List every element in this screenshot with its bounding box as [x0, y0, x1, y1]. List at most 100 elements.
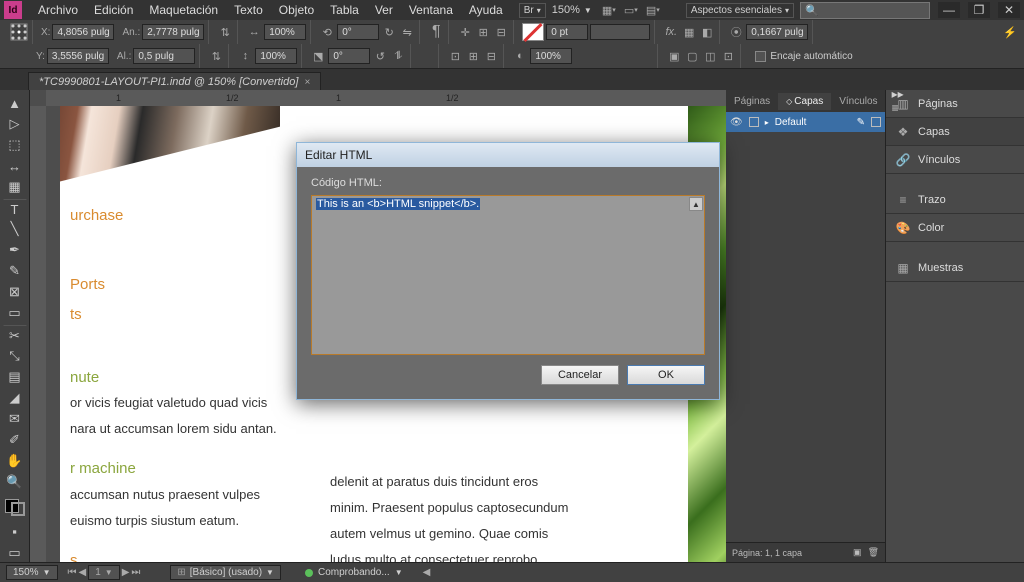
y-field[interactable]: [47, 48, 109, 64]
rotate-ccw-icon[interactable]: ↺: [372, 48, 388, 64]
fill-stroke-swatch[interactable]: [5, 499, 25, 516]
align-center-icon[interactable]: ✛: [457, 24, 473, 40]
auto-fit-checkbox[interactable]: Encaje automático: [755, 51, 852, 62]
flip-h-icon[interactable]: ⇋: [399, 24, 415, 40]
visibility-icon[interactable]: 👁: [730, 117, 743, 128]
scissors-tool[interactable]: ✂: [3, 325, 27, 345]
x-field[interactable]: [52, 24, 114, 40]
arrange-icon[interactable]: ▤▾: [642, 2, 664, 18]
far-vinculos[interactable]: 🔗Vínculos: [886, 146, 1024, 174]
pct-field[interactable]: [746, 24, 808, 40]
paragraph-icon[interactable]: ¶: [428, 24, 444, 40]
menu-ayuda[interactable]: Ayuda: [461, 1, 511, 19]
far-capas[interactable]: ❖Capas: [886, 118, 1024, 146]
direct-selection-tool[interactable]: ▷: [3, 115, 27, 134]
search-input[interactable]: 🔍: [800, 2, 930, 19]
view-mode-icon[interactable]: ▭: [3, 543, 27, 562]
content-collector-tool[interactable]: ▦: [3, 178, 27, 197]
type-tool[interactable]: T: [3, 199, 27, 218]
shear-field[interactable]: [328, 48, 370, 64]
panel-menu-icon[interactable]: ▸▸ ≡: [886, 87, 910, 115]
constrain-icon[interactable]: ⇅: [217, 24, 233, 40]
scale-y-field[interactable]: [255, 48, 297, 64]
preflight-status[interactable]: Comprobando... ▼: [305, 567, 403, 578]
far-trazo[interactable]: ≡Trazo: [886, 186, 1024, 214]
menu-archivo[interactable]: Archivo: [30, 1, 86, 19]
align3-icon[interactable]: ⊞: [465, 48, 481, 64]
scale-x-field[interactable]: [264, 24, 306, 40]
scroll-left-icon[interactable]: ◀: [423, 567, 431, 578]
constrain2-icon[interactable]: ⇅: [208, 48, 224, 64]
h-field[interactable]: [133, 48, 195, 64]
new-layer-icon[interactable]: ▣: [853, 547, 862, 558]
stroke-swatch[interactable]: [522, 23, 544, 41]
ok-button[interactable]: OK: [627, 365, 705, 385]
wrap-icon[interactable]: ▦: [681, 24, 697, 40]
html-code-textarea[interactable]: This is an <b>HTML snippet</b>. ▲: [311, 195, 705, 355]
document-tab-close-icon[interactable]: ×: [304, 77, 310, 88]
rotate-cw-icon[interactable]: ↻: [381, 24, 397, 40]
zoom-status[interactable]: 150% ▼: [6, 565, 58, 580]
line-tool[interactable]: ╲: [3, 220, 27, 239]
menu-objeto[interactable]: Objeto: [271, 1, 322, 19]
view-options-icon[interactable]: ▦▾: [598, 2, 620, 18]
align-group-icon[interactable]: ⊟: [493, 24, 509, 40]
opacity-field[interactable]: [530, 48, 572, 64]
object-style-status[interactable]: ⊞ [Básico] (usado) ▼: [170, 565, 281, 580]
center-content-icon[interactable]: ⊡: [720, 48, 736, 64]
distribute-icon[interactable]: ⊞: [475, 24, 491, 40]
fit-frame-icon[interactable]: ▢: [684, 48, 700, 64]
zoom-tool[interactable]: 🔍: [3, 472, 27, 491]
stroke-weight-field[interactable]: [546, 24, 588, 40]
window-close[interactable]: ✕: [998, 2, 1020, 18]
select-box[interactable]: [871, 117, 881, 127]
page-field[interactable]: 1 ▼: [88, 565, 119, 580]
gradient-feather-tool[interactable]: ◢: [3, 389, 27, 408]
last-page-icon[interactable]: ⏭: [131, 567, 140, 578]
layer-row-default[interactable]: 👁 ▸ Default ✎: [726, 112, 885, 132]
rectangle-tool[interactable]: ▭: [3, 304, 27, 323]
tab-vinculos[interactable]: Vínculos: [831, 93, 885, 110]
rectangle-frame-tool[interactable]: ⊠: [3, 283, 27, 302]
window-restore[interactable]: ❐: [968, 2, 990, 18]
far-muestras[interactable]: ▦Muestras: [886, 254, 1024, 282]
stroke-style-field[interactable]: [590, 24, 650, 40]
pen-tool[interactable]: ✒: [3, 241, 27, 260]
menu-texto[interactable]: Texto: [226, 1, 271, 19]
reference-point-icon[interactable]: [10, 23, 28, 41]
note-tool[interactable]: ✉: [3, 409, 27, 428]
fit-content-icon[interactable]: ▣: [666, 48, 682, 64]
dialog-titlebar[interactable]: Editar HTML: [297, 143, 719, 167]
lock-box[interactable]: [749, 117, 759, 127]
far-color[interactable]: 🎨Color: [886, 214, 1024, 242]
rotate-field[interactable]: [337, 24, 379, 40]
eyedropper-tool[interactable]: ✐: [3, 430, 27, 449]
flip-v-icon[interactable]: ⥮: [390, 48, 406, 64]
textarea-scroll-up-icon[interactable]: ▲: [689, 197, 703, 211]
align2-icon[interactable]: ⊡: [447, 48, 463, 64]
w-field[interactable]: [142, 24, 204, 40]
first-page-icon[interactable]: ⏮: [68, 567, 77, 578]
free-transform-tool[interactable]: ⤡: [3, 347, 27, 366]
selection-tool[interactable]: ▲: [3, 94, 27, 113]
delete-layer-icon[interactable]: 🗑: [868, 547, 879, 558]
apply-color-icon[interactable]: ▪: [3, 522, 27, 541]
pencil-tool[interactable]: ✎: [3, 262, 27, 281]
cancel-button[interactable]: Cancelar: [541, 365, 619, 385]
flash-icon[interactable]: ⚡: [1002, 24, 1018, 40]
workspace-switcher[interactable]: Aspectos esenciales▾: [686, 3, 794, 18]
gradient-swatch-tool[interactable]: ▤: [3, 368, 27, 387]
corner-icon[interactable]: ◧: [699, 24, 715, 40]
fill-frame-icon[interactable]: ◫: [702, 48, 718, 64]
bridge-button[interactable]: Br▾: [519, 3, 546, 18]
screen-mode-icon[interactable]: ▭▾: [620, 2, 642, 18]
prev-page-icon[interactable]: ◀: [79, 567, 87, 578]
window-minimize[interactable]: —: [938, 2, 960, 18]
document-tab[interactable]: *TC9990801-LAYOUT-PI1.indd @ 150% [Conve…: [28, 72, 321, 91]
menu-maquetacion[interactable]: Maquetación: [141, 1, 226, 19]
gap-tool[interactable]: ↔: [3, 157, 27, 176]
menu-tabla[interactable]: Tabla: [322, 1, 367, 19]
menu-ver[interactable]: Ver: [367, 1, 401, 19]
zoom-level[interactable]: 150%▼: [546, 2, 598, 18]
fx-icon[interactable]: fx.: [663, 24, 679, 40]
